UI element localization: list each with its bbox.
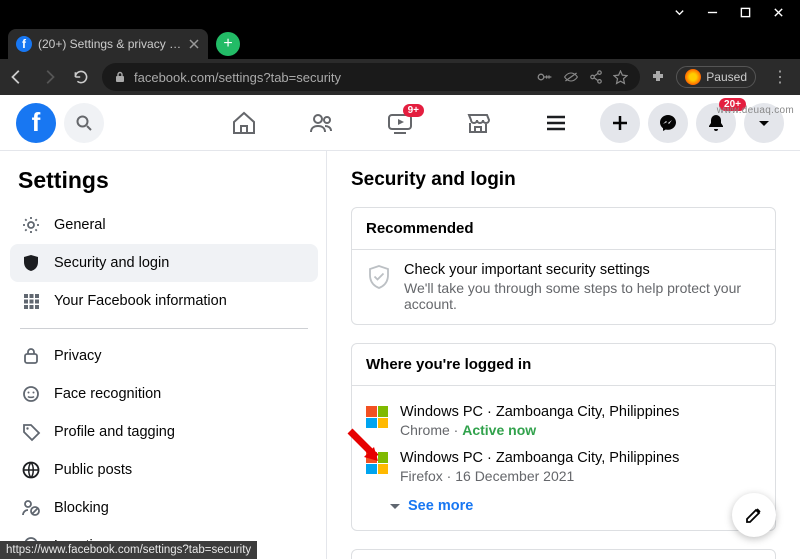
window-maximize-icon[interactable] [740, 5, 751, 23]
messenger-icon [658, 113, 678, 133]
card-heading: Recommended [352, 208, 775, 250]
sidebar-divider [20, 328, 308, 329]
eye-off-icon[interactable] [563, 70, 579, 84]
sessions-card: Where you're logged in Windows PC · Zamb… [351, 343, 776, 531]
content-area: Security and login Recommended Check you… [326, 151, 800, 559]
watch-badge: 9+ [403, 104, 424, 117]
session-title: Windows PC · Zamboanga City, Philippines [400, 404, 679, 420]
lock-icon [20, 345, 42, 367]
sidebar-item-security[interactable]: Security and login [10, 244, 318, 282]
sidebar-item-label: Security and login [54, 255, 169, 271]
watermark-text: www.deuaq.com [717, 105, 794, 116]
see-more-link[interactable]: See more [408, 498, 473, 514]
sidebar-item-face[interactable]: Face recognition [10, 375, 318, 413]
session-row[interactable]: Windows PC · Zamboanga City, Philippines… [366, 398, 761, 444]
recommended-title: Check your important security settings [404, 262, 761, 278]
new-tab-button[interactable]: + [216, 32, 240, 56]
tag-icon [20, 421, 42, 443]
forward-button[interactable] [38, 66, 60, 88]
main-layout: Settings General Security and login Your… [0, 151, 800, 559]
sidebar-item-label: Privacy [54, 348, 102, 364]
sidebar-item-fb-info[interactable]: Your Facebook information [10, 282, 318, 320]
nav-menu-icon[interactable] [542, 109, 570, 137]
nav-watch-icon[interactable]: 9+ [386, 109, 414, 137]
search-icon [76, 115, 92, 131]
grid-icon [20, 290, 42, 312]
browser-tab[interactable]: f (20+) Settings & privacy | Facebo [8, 29, 208, 59]
settings-sidebar: Settings General Security and login Your… [0, 151, 326, 559]
center-nav: 9+ [230, 109, 570, 137]
profile-paused-chip[interactable]: Paused [676, 66, 756, 88]
face-icon [20, 383, 42, 405]
url-text: facebook.com/settings?tab=security [134, 70, 341, 85]
sidebar-item-general[interactable]: General [10, 206, 318, 244]
gear-icon [20, 214, 42, 236]
facebook-logo-icon[interactable]: f [16, 103, 56, 143]
extensions-icon[interactable] [650, 69, 666, 85]
session-subtitle: Firefox · 16 December 2021 [400, 468, 679, 484]
pencil-icon [744, 505, 764, 525]
nav-friends-icon[interactable] [308, 109, 336, 137]
recommended-item[interactable]: Check your important security settings W… [366, 262, 761, 312]
chevron-down-icon [390, 504, 400, 509]
tab-close-icon[interactable] [188, 38, 200, 50]
card-heading: Login [352, 550, 775, 559]
nav-marketplace-icon[interactable] [464, 109, 492, 137]
reload-button[interactable] [70, 66, 92, 88]
sidebar-item-profile-tagging[interactable]: Profile and tagging [10, 413, 318, 451]
edit-fab-button[interactable] [732, 493, 776, 537]
address-bar[interactable]: facebook.com/settings?tab=security [102, 63, 640, 91]
see-more-row[interactable]: See more [366, 490, 761, 518]
sidebar-item-label: Your Facebook information [54, 293, 227, 309]
globe-icon [20, 459, 42, 481]
search-button[interactable] [64, 103, 104, 143]
profile-avatar-icon [685, 69, 701, 85]
recommended-subtitle: We'll take you through some steps to hel… [404, 280, 761, 312]
star-icon[interactable] [613, 70, 628, 85]
create-button[interactable] [600, 103, 640, 143]
sidebar-item-label: Profile and tagging [54, 424, 175, 440]
fb-header: f 9+ 20+ [0, 95, 800, 151]
window-close-icon[interactable] [773, 5, 784, 23]
lock-icon [114, 71, 126, 83]
window-titlebar [0, 0, 800, 27]
session-row[interactable]: Windows PC · Zamboanga City, Philippines… [366, 444, 761, 490]
sidebar-item-public-posts[interactable]: Public posts [10, 451, 318, 489]
login-card: Login [351, 549, 776, 559]
sidebar-item-blocking[interactable]: Blocking [10, 489, 318, 527]
block-icon [20, 497, 42, 519]
sidebar-item-label: Blocking [54, 500, 109, 516]
sidebar-title: Settings [10, 167, 318, 194]
share-icon[interactable] [589, 70, 603, 84]
windows-icon [366, 452, 388, 474]
session-title: Windows PC · Zamboanga City, Philippines [400, 450, 679, 466]
sidebar-item-label: Face recognition [54, 386, 161, 402]
sidebar-item-privacy[interactable]: Privacy [10, 337, 318, 375]
browser-menu-button[interactable]: ⋮ [766, 67, 794, 87]
back-button[interactable] [6, 66, 28, 88]
browser-toolbar: facebook.com/settings?tab=security Pause… [0, 59, 800, 95]
plus-icon [610, 113, 630, 133]
session-subtitle: Chrome · Active now [400, 422, 679, 438]
nav-home-icon[interactable] [230, 109, 258, 137]
tab-favicon-icon: f [16, 36, 32, 52]
sidebar-item-label: General [54, 217, 106, 233]
status-bar: https://www.facebook.com/settings?tab=se… [0, 541, 257, 559]
shield-check-icon [366, 264, 392, 290]
paused-label: Paused [706, 70, 747, 84]
card-heading: Where you're logged in [352, 344, 775, 386]
messenger-button[interactable] [648, 103, 688, 143]
window-minimize-icon[interactable] [707, 5, 718, 23]
key-icon[interactable] [537, 70, 553, 84]
tab-title: (20+) Settings & privacy | Facebo [38, 37, 182, 51]
browser-tabstrip: f (20+) Settings & privacy | Facebo + [0, 27, 800, 59]
sidebar-item-label: Public posts [54, 462, 132, 478]
page-title: Security and login [351, 169, 776, 191]
recommended-card: Recommended Check your important securit… [351, 207, 776, 325]
window-chevron-icon[interactable] [674, 5, 685, 23]
shield-icon [20, 252, 42, 274]
windows-icon [366, 406, 388, 428]
